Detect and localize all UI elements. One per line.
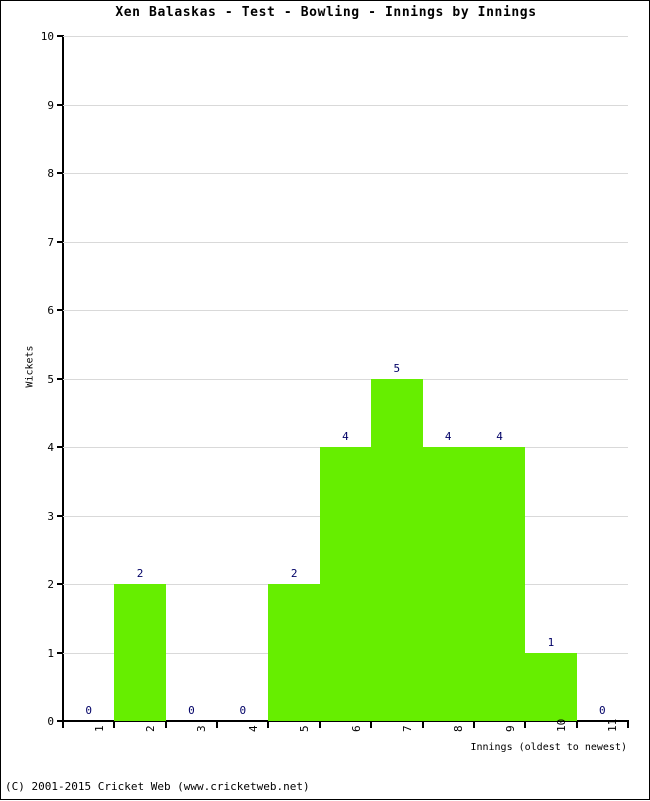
y-axis-tick-label: 8 bbox=[47, 167, 54, 180]
y-axis-tick-mark bbox=[57, 651, 63, 654]
x-axis-tick-mark bbox=[113, 722, 116, 728]
y-axis-tick-label: 6 bbox=[47, 304, 54, 317]
x-axis-tick-mark bbox=[370, 722, 373, 728]
x-axis-title: Innings (oldest to newest) bbox=[470, 742, 627, 753]
x-axis-tick-label: 10 bbox=[554, 718, 568, 732]
x-axis-tick-mark bbox=[318, 722, 321, 728]
y-axis-tick-mark bbox=[57, 583, 63, 585]
x-axis-tick-mark bbox=[267, 722, 270, 728]
y-axis-tick-mark bbox=[57, 309, 63, 311]
x-axis-tick-label: 4 bbox=[246, 725, 260, 732]
x-axis-tick-mark bbox=[627, 722, 629, 728]
x-axis-tick-mark bbox=[472, 722, 475, 728]
x-axis-tick-mark bbox=[524, 722, 527, 728]
x-axis-tick-label: 8 bbox=[452, 725, 466, 732]
x-axis-tick-label: 6 bbox=[349, 725, 363, 732]
x-axis-tick-label: 3 bbox=[195, 725, 209, 732]
x-axis-tick-mark bbox=[164, 722, 167, 728]
y-axis-tick-mark bbox=[57, 446, 63, 448]
x-axis-tick-label: 7 bbox=[400, 725, 414, 732]
x-axis-tick-label: 11 bbox=[606, 718, 620, 732]
y-axis-tick-label: 0 bbox=[47, 715, 54, 728]
y-axis-tick-label: 10 bbox=[40, 30, 54, 43]
y-axis-tick-label: 7 bbox=[47, 235, 54, 249]
y-axis-ticks: 0 1 2 3 4 5 6 7 8 9 10 bbox=[1, 1, 650, 801]
copyright-footer: (C) 2001-2015 Cricket Web (www.cricketwe… bbox=[5, 780, 310, 793]
x-axis-tick-label: 9 bbox=[503, 725, 517, 732]
x-axis-tick-mark bbox=[421, 722, 424, 728]
y-axis-tick-label: 4 bbox=[47, 441, 54, 454]
y-axis-tick-mark bbox=[57, 103, 63, 106]
y-axis-tick-label: 2 bbox=[47, 578, 54, 591]
chart-page: Xen Balaskas - Test - Bowling - Innings … bbox=[0, 0, 650, 800]
y-axis-tick-label: 3 bbox=[47, 509, 54, 523]
x-axis-tick-label: 5 bbox=[298, 725, 312, 732]
x-axis-tick-label: 1 bbox=[92, 725, 106, 732]
y-axis-tick-mark bbox=[57, 377, 63, 380]
y-axis-tick-mark bbox=[57, 240, 63, 243]
x-axis-tick-mark bbox=[575, 722, 578, 728]
x-axis-tick-mark bbox=[216, 722, 219, 728]
y-axis-tick-mark bbox=[57, 514, 63, 517]
y-axis-tick-mark bbox=[57, 172, 63, 174]
y-axis-tick-label: 9 bbox=[47, 98, 54, 112]
y-axis-tick-label: 1 bbox=[47, 646, 54, 660]
x-axis-tick-label: 2 bbox=[144, 725, 158, 732]
x-axis-tick-mark bbox=[62, 722, 64, 728]
y-axis-tick-mark bbox=[57, 35, 63, 37]
y-axis-tick-label: 5 bbox=[47, 372, 54, 386]
